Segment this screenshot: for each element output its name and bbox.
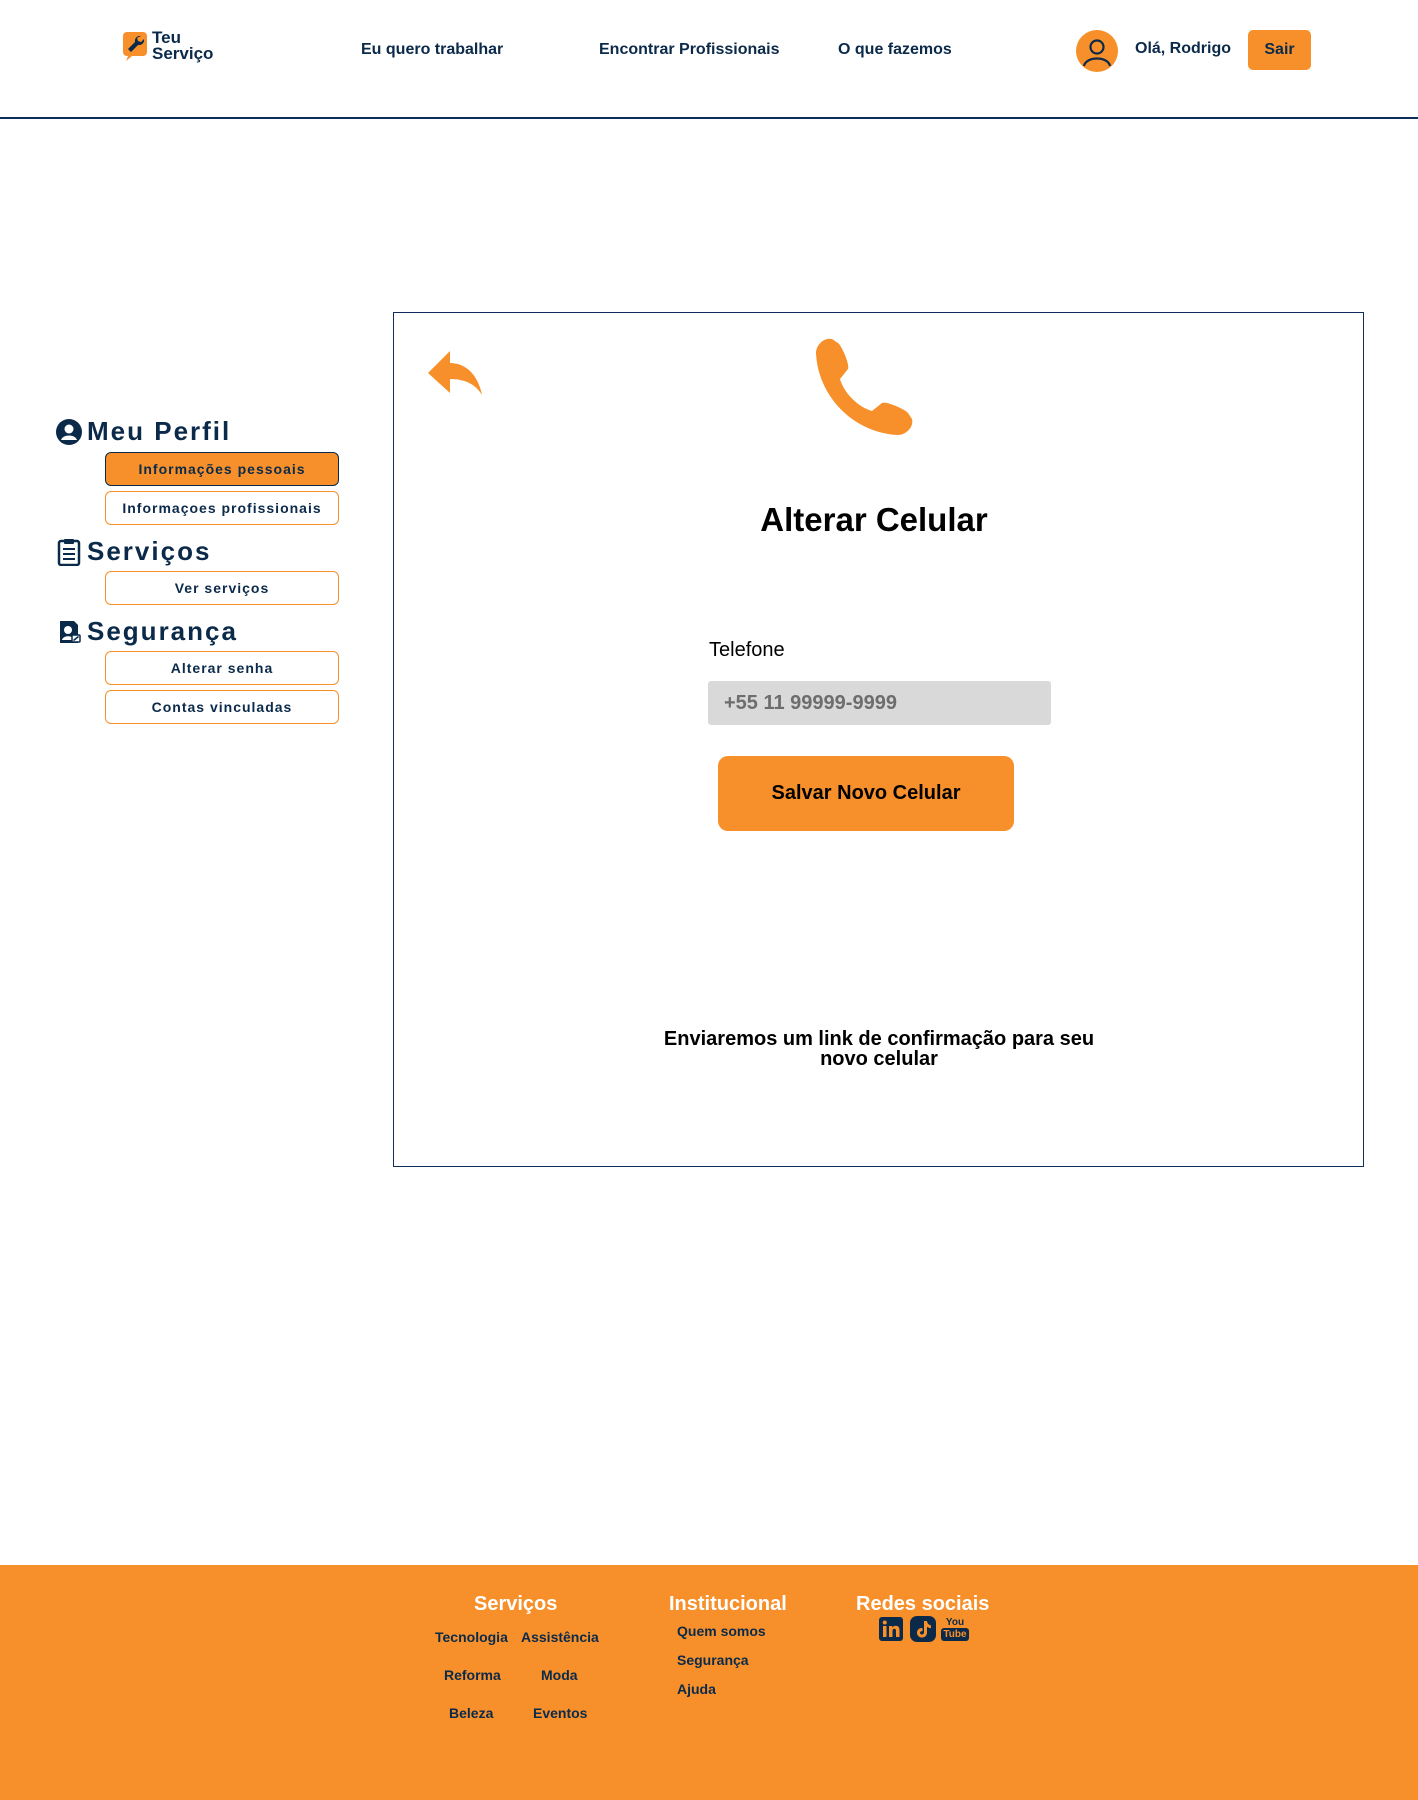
clipboard-icon — [55, 538, 83, 566]
phone-field-label: Telefone — [709, 639, 785, 661]
footer-link-technology[interactable]: Tecnologia — [435, 1629, 508, 1645]
confirmation-note-line-2: novo celular — [820, 1048, 938, 1070]
logout-button[interactable]: Sair — [1248, 30, 1311, 70]
confirmation-note-line-1: Enviaremos um link de confirmação para s… — [663, 1028, 1095, 1050]
nav-link-find-professionals[interactable]: Encontrar Profissionais — [599, 41, 780, 59]
security-profile-icon — [55, 618, 83, 646]
footer-link-assistance[interactable]: Assistência — [521, 1629, 599, 1645]
confirmation-note: Enviaremos um link de confirmação para s… — [634, 1029, 1124, 1069]
footer-heading-institutional: Institucional — [669, 1593, 787, 1615]
footer-link-help[interactable]: Ajuda — [677, 1681, 716, 1697]
sidebar-item-professional-info[interactable]: Informaçoes profissionais — [105, 491, 339, 525]
tiktok-icon[interactable] — [910, 1616, 936, 1642]
logo-line-2: Serviço — [152, 44, 214, 63]
wrench-logo-icon — [122, 30, 150, 62]
page-title: Alterar Celular — [760, 501, 988, 538]
sidebar-item-change-password[interactable]: Alterar senha — [105, 651, 339, 685]
sidebar-item-view-services[interactable]: Ver serviços — [105, 571, 339, 605]
phone-input[interactable] — [708, 681, 1051, 725]
footer-link-about-us[interactable]: Quem somos — [677, 1623, 766, 1639]
sidebar-section-title: Serviços — [87, 536, 212, 566]
site-header: Teu Serviço Eu quero trabalhar Encontrar… — [0, 0, 1418, 120]
linkedin-icon[interactable] — [879, 1617, 903, 1641]
save-phone-button[interactable]: Salvar Novo Celular — [718, 756, 1014, 831]
phone-icon — [806, 335, 916, 445]
sidebar-section-profile: Meu Perfil — [55, 416, 231, 447]
footer-heading-social: Redes sociais — [856, 1593, 990, 1615]
sidebar-item-linked-accounts[interactable]: Contas vinculadas — [105, 690, 339, 724]
change-phone-card: Alterar Celular Telefone Salvar Novo Cel… — [393, 312, 1364, 1167]
header-divider — [0, 117, 1418, 119]
sidebar-section-services: Serviços — [55, 536, 211, 567]
footer-link-security[interactable]: Segurança — [677, 1652, 749, 1668]
site-footer: Serviços Tecnologia Assistência Reforma … — [0, 1565, 1418, 1800]
user-circle-icon — [55, 418, 83, 446]
avatar[interactable] — [1076, 30, 1118, 72]
sidebar-item-personal-info[interactable]: Informações pessoais — [105, 452, 339, 486]
sidebar-section-title: Segurança — [87, 616, 238, 646]
youtube-text-top: You — [945, 1617, 965, 1628]
footer-link-events[interactable]: Eventos — [533, 1705, 587, 1721]
nav-link-what-we-do[interactable]: O que fazemos — [838, 41, 952, 59]
user-greeting: Olá, Rodrigo — [1135, 40, 1231, 57]
footer-link-renovation[interactable]: Reforma — [444, 1667, 501, 1683]
nav-link-work[interactable]: Eu quero trabalhar — [361, 41, 503, 59]
youtube-icon[interactable]: You Tube — [941, 1615, 969, 1643]
footer-heading-services: Serviços — [474, 1593, 558, 1615]
back-arrow-icon[interactable] — [426, 349, 484, 399]
footer-link-beauty[interactable]: Beleza — [449, 1705, 493, 1721]
user-icon — [1082, 39, 1112, 67]
footer-link-fashion[interactable]: Moda — [541, 1667, 578, 1683]
youtube-text-bottom: Tube — [941, 1628, 969, 1641]
logo[interactable]: Teu Serviço — [122, 29, 214, 63]
logo-text: Teu Serviço — [152, 29, 214, 63]
sidebar-section-security: Segurança — [55, 616, 238, 647]
sidebar-section-title: Meu Perfil — [87, 416, 232, 446]
